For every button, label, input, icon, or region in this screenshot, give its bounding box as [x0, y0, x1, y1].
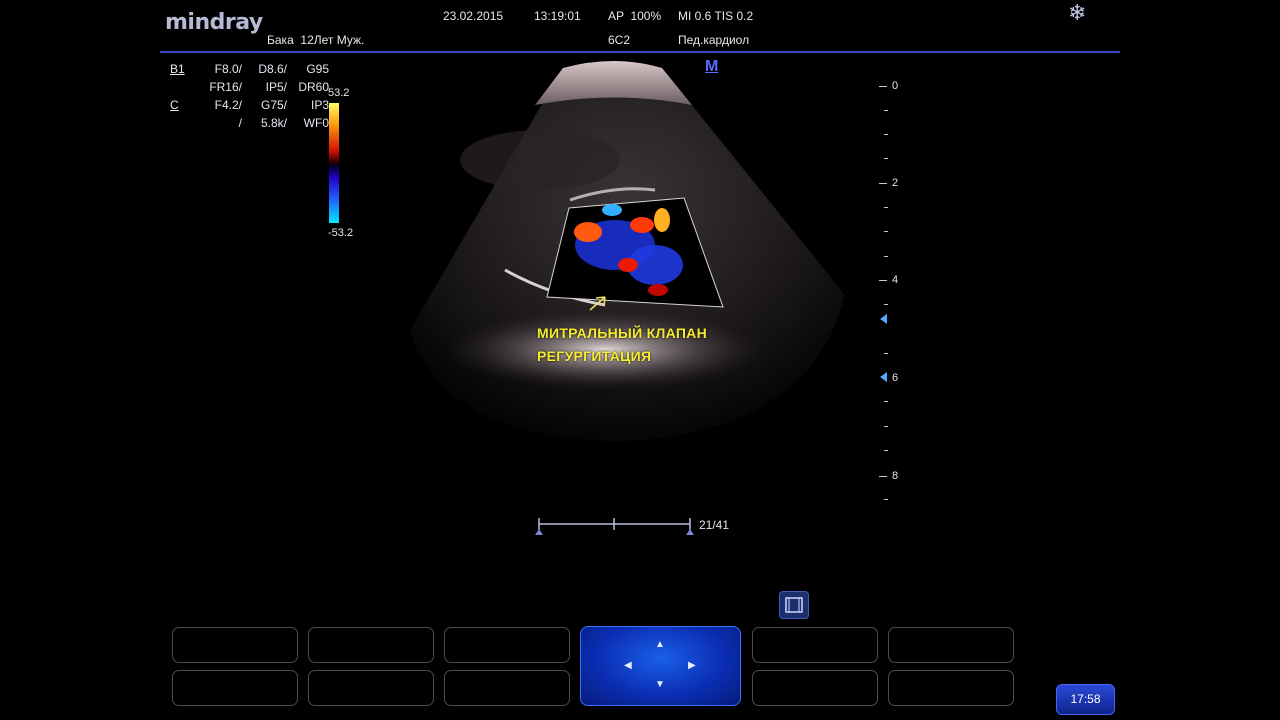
depth-label: 4	[892, 274, 899, 286]
doppler-red	[574, 222, 602, 242]
softkey-3[interactable]	[444, 627, 570, 663]
ultrasound-image[interactable]	[400, 60, 870, 450]
acoustic-power: AP 100%	[608, 9, 662, 23]
softkey-5[interactable]	[888, 627, 1014, 663]
exam-preset: Пед.кардиол	[678, 33, 750, 47]
arrow-left-icon[interactable]: ◀	[624, 660, 632, 671]
exam-time: 13:19:01	[534, 9, 581, 23]
param-row: / 5.8k/ WF0	[238, 116, 329, 130]
cine-end-handle-icon[interactable]	[686, 529, 694, 535]
mi-tis: MI 0.6 TIS 0.2	[678, 9, 754, 23]
depth-label: 0	[892, 80, 899, 92]
softkey-2[interactable]	[308, 627, 434, 663]
clock-button[interactable]: 17:58	[1056, 684, 1115, 715]
cine-film-icon[interactable]	[779, 591, 809, 619]
colorbar-min: -53.2	[328, 227, 354, 239]
focus-marker-icon[interactable]	[880, 372, 887, 382]
patient-info: Бака 12Лет Муж.	[267, 33, 365, 47]
annotation-line-1[interactable]: МИТРАЛЬНЫЙ КЛАПАН	[537, 325, 707, 341]
brand-logo: mindray	[165, 10, 263, 35]
softkey-7[interactable]	[308, 670, 434, 706]
annotation-line-2[interactable]: РЕГУРГИТАЦИЯ	[537, 348, 651, 364]
param-row: B1 F8.0/ D8.6/ G95	[170, 62, 329, 76]
softkey-6[interactable]	[172, 670, 298, 706]
colorbar-max: 53.2	[328, 87, 350, 99]
cine-slider[interactable]	[533, 515, 698, 537]
doppler-red	[630, 217, 654, 233]
depth-label: 8	[892, 470, 899, 482]
softkey-10[interactable]	[888, 670, 1014, 706]
probe-name: 6C2	[608, 33, 631, 47]
doppler-red	[618, 258, 638, 272]
arrow-up-icon[interactable]: ▲	[655, 639, 665, 650]
doppler-red	[648, 284, 668, 296]
arrow-down-icon[interactable]: ▼	[655, 679, 665, 690]
param-row: C F4.2/ G75/ IP3	[170, 98, 329, 112]
navigation-pad[interactable]: ▲ ◀ ▶ ▼	[580, 626, 741, 706]
cine-frame-counter: 21/41	[699, 518, 730, 532]
softkey-8[interactable]	[444, 670, 570, 706]
cine-start-handle-icon[interactable]	[535, 529, 543, 535]
color-velocity-bar	[329, 103, 339, 223]
softkey-4[interactable]	[752, 627, 878, 663]
snowflake-icon[interactable]: ❄	[1068, 0, 1086, 26]
focus-marker-icon[interactable]	[880, 314, 887, 324]
imaging-params: B1 F8.0/ D8.6/ G95 FR16/ IP5/ DR60 C F4.…	[170, 60, 329, 132]
arrow-right-icon[interactable]: ▶	[688, 660, 696, 671]
param-row: FR16/ IP5/ DR60	[209, 80, 329, 94]
dark-region	[460, 130, 620, 190]
doppler-red	[654, 208, 670, 232]
softkey-1[interactable]	[172, 627, 298, 663]
depth-label: 2	[892, 177, 899, 189]
doppler-cyan	[602, 204, 622, 216]
softkey-9[interactable]	[752, 670, 878, 706]
exam-date: 23.02.2015	[443, 9, 504, 23]
depth-label: 6	[892, 372, 899, 384]
header-divider	[160, 51, 1120, 53]
